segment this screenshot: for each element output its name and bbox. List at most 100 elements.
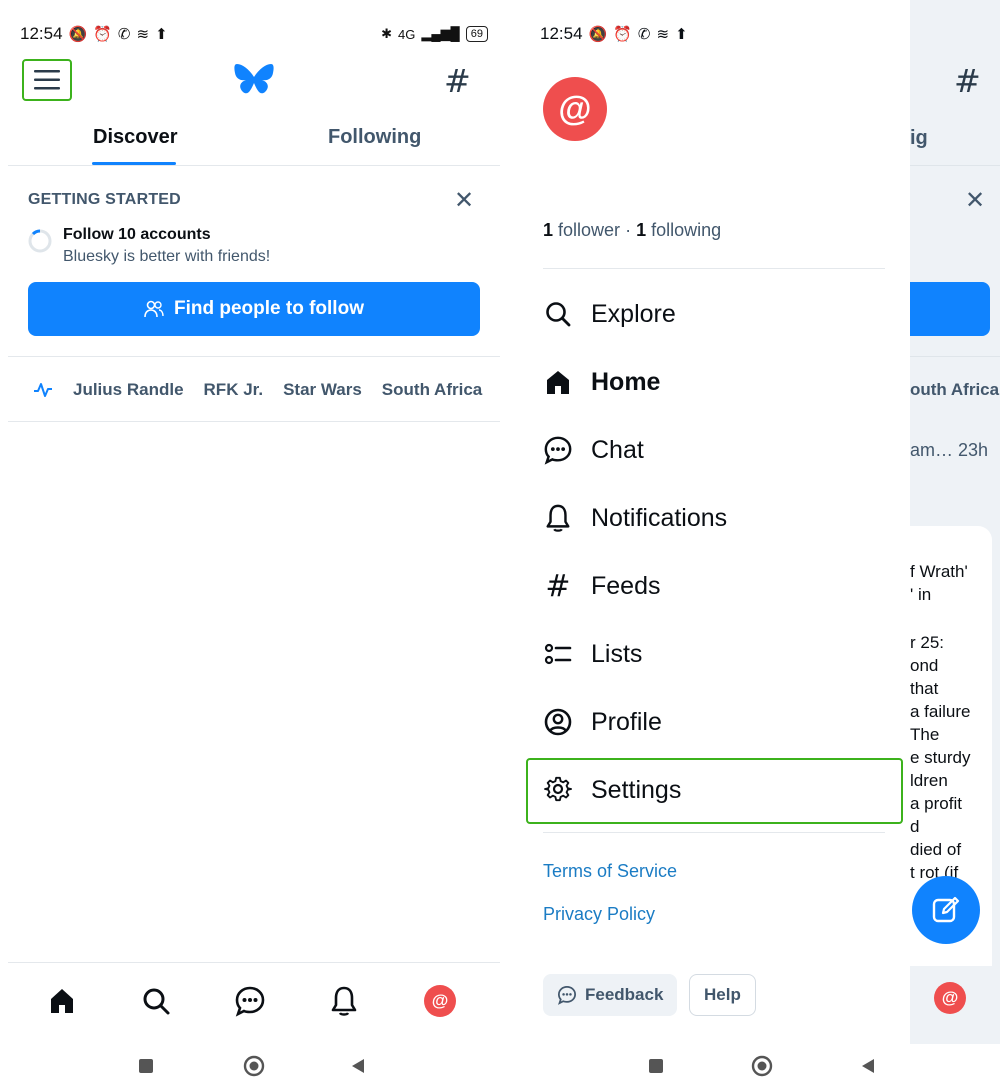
avatar: @	[934, 982, 966, 1014]
status-bar: 12:54 🔕 ⏰ ✆ ≋ ⬆ ✱ 4G ▂▄▆█ 69	[20, 22, 488, 46]
tab-following[interactable]: Following	[328, 126, 421, 149]
nav-notifications[interactable]	[326, 983, 362, 1019]
recents-icon[interactable]	[648, 1058, 664, 1074]
back-icon[interactable]	[860, 1058, 876, 1074]
count-separator: ·	[625, 220, 632, 240]
feedback-button[interactable]: Feedback	[543, 974, 678, 1016]
find-people-label: Find people to follow	[174, 298, 364, 319]
trending-icon	[34, 383, 52, 397]
followers-count: 1	[543, 220, 554, 240]
help-button[interactable]: Help	[689, 974, 756, 1016]
divider	[8, 356, 500, 357]
find-people-button-fragment	[910, 282, 990, 336]
nav-profile[interactable]: @	[422, 983, 458, 1019]
bluesky-logo-icon	[234, 64, 274, 94]
trending-topic[interactable]: Julius Randle	[73, 380, 184, 400]
post-line: a failure	[910, 702, 971, 721]
compose-icon	[932, 896, 960, 923]
search-icon	[543, 299, 573, 329]
menu-item-label: Explore	[591, 299, 676, 328]
alarm-icon: ⏰	[93, 25, 112, 43]
getting-started-task: Follow 10 accounts	[63, 226, 211, 243]
help-label: Help	[704, 985, 741, 1004]
trending-topic[interactable]: Star Wars	[283, 380, 362, 400]
post-line: e sturdy	[910, 748, 971, 767]
menu-item-label: Profile	[591, 707, 662, 736]
terms-link[interactable]: Terms of Service	[543, 861, 677, 882]
network-type: 4G	[397, 26, 416, 42]
hamburger-icon	[34, 70, 60, 90]
menu-item-lists[interactable]: Lists	[543, 628, 903, 680]
menu-item-chat[interactable]: Chat	[543, 424, 903, 476]
post-line: ' in	[910, 585, 932, 604]
nav-profile[interactable]: @	[934, 982, 966, 1014]
menu-item-explore[interactable]: Explore	[543, 288, 903, 340]
post-line: died of	[910, 840, 962, 859]
tab-following-fragment: ig	[910, 127, 928, 149]
post-line: r 25:	[910, 633, 945, 652]
feed-tabs: Discover Following	[8, 118, 500, 166]
followers-label: follower	[558, 220, 621, 240]
close-icon[interactable]: ✕	[454, 186, 474, 214]
profile-icon	[543, 707, 573, 737]
menu-button[interactable]	[22, 59, 72, 101]
post-header-fragment: am… 23h	[910, 440, 989, 460]
nav-chat[interactable]	[232, 983, 268, 1019]
status-bar-left: 12:54 🔕 ⏰ ✆ ≋ ⬆	[540, 22, 688, 46]
back-icon[interactable]	[350, 1058, 366, 1074]
menu-item-home[interactable]: Home	[543, 356, 903, 408]
trending-topic[interactable]: RFK Jr.	[204, 380, 264, 400]
chat-icon	[557, 985, 577, 1005]
home-circle-icon[interactable]	[751, 1055, 773, 1077]
profile-avatar[interactable]: @	[543, 77, 607, 141]
divider	[910, 356, 1000, 357]
divider	[8, 421, 500, 422]
tab-active-indicator	[92, 162, 176, 165]
feeds-hash-button[interactable]: #	[444, 62, 471, 100]
menu-item-label: Lists	[591, 639, 643, 668]
privacy-link[interactable]: Privacy Policy	[543, 904, 655, 925]
trending-fragment: outh Africa	[910, 380, 1000, 399]
trending-bar: Julius Randle RFK Jr. Star Wars South Af…	[33, 380, 482, 400]
search-icon	[143, 988, 170, 1015]
menu-item-profile[interactable]: Profile	[543, 696, 903, 748]
bottom-nav: @	[8, 962, 500, 1042]
menu-item-settings[interactable]: Settings	[543, 764, 903, 816]
menu-item-label: Feeds	[591, 571, 661, 600]
progress-ring-icon	[28, 229, 52, 253]
upload-icon: ⬆	[155, 25, 168, 43]
home-icon	[543, 367, 573, 397]
hash-icon: #	[545, 568, 571, 604]
people-icon	[144, 300, 164, 318]
menu-item-notifications[interactable]: Notifications	[543, 492, 903, 544]
avatar: @	[424, 985, 456, 1017]
trending-topic[interactable]: South Africa	[382, 380, 482, 400]
close-icon: ✕	[965, 186, 986, 214]
following-count: 1	[636, 220, 647, 240]
menu-item-label: Home	[591, 367, 661, 396]
tab-discover[interactable]: Discover	[93, 126, 178, 149]
recents-icon[interactable]	[138, 1058, 154, 1074]
feedback-label: Feedback	[585, 985, 664, 1004]
upload-icon: ⬆	[675, 25, 688, 43]
menu-item-feeds[interactable]: # Feeds	[543, 560, 903, 612]
follow-counts[interactable]: 1 follower · 1 following	[543, 220, 721, 241]
post-line: ond	[910, 656, 939, 675]
whatsapp-icon: ✆	[117, 25, 131, 43]
stack-icon: ≋	[656, 25, 670, 43]
compose-button[interactable]	[912, 876, 980, 944]
feeds-hash-button[interactable]: #	[954, 62, 981, 100]
post-line: ldren	[910, 771, 948, 790]
post-line: a profit	[910, 794, 962, 813]
chat-icon	[235, 986, 265, 1017]
status-time: 12:54	[20, 24, 63, 43]
nav-search[interactable]	[138, 983, 174, 1019]
following-label: following	[651, 220, 722, 240]
nav-home[interactable]	[44, 983, 80, 1019]
divider	[910, 165, 1000, 166]
battery-level: 69	[465, 26, 488, 42]
menu-item-label: Chat	[591, 435, 644, 464]
home-circle-icon[interactable]	[243, 1055, 265, 1077]
find-people-button[interactable]: Find people to follow	[28, 282, 480, 336]
mute-icon: 🔕	[68, 25, 88, 43]
